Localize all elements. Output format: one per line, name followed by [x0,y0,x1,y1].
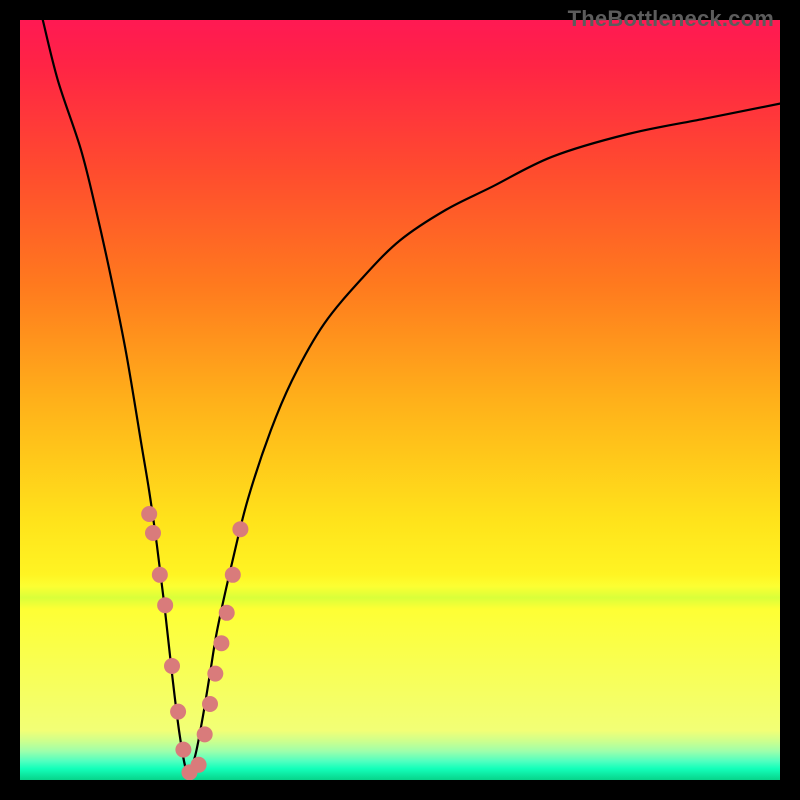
data-point [157,597,173,613]
data-point [164,658,180,674]
watermark-text: TheBottleneck.com [568,6,774,32]
data-point [145,525,161,541]
data-point [191,757,207,773]
chart-svg [20,20,780,780]
data-point [225,567,241,583]
data-point [213,635,229,651]
data-point [170,704,186,720]
chart-plot-area [20,20,780,780]
data-point [197,726,213,742]
data-point [202,696,218,712]
data-point [152,567,168,583]
data-point [232,521,248,537]
data-point [207,666,223,682]
data-point [175,742,191,758]
data-point [219,605,235,621]
data-point [141,506,157,522]
